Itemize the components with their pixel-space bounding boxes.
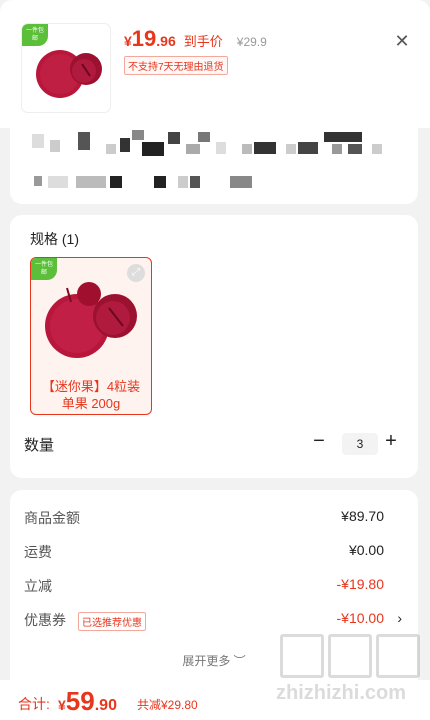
chevron-right-icon[interactable]: › — [397, 610, 402, 626]
summary-row-subtotal: 商品金额 ¥89.70 — [24, 508, 384, 526]
watermark-text: zhizhizhi.com — [276, 682, 406, 704]
free-shipping-badge: 一件包邮 — [22, 24, 48, 46]
quantity-label: 数量 — [24, 437, 55, 454]
total-saved: 共减¥29.80 — [137, 698, 198, 712]
product-thumbnail: 一件包邮 — [22, 24, 110, 112]
return-policy-badge: 不支持7天无理由退货 — [124, 56, 228, 75]
spec-card: 规格 (1) 一件包邮 ⤢ 【迷你果】4粒装 单果 200g 数量 − 3 + — [10, 215, 418, 478]
original-price: ¥29.9 — [236, 35, 267, 49]
price-row: ¥19.96 到手价 ¥29.9 — [124, 26, 267, 52]
spec-title: 规格 (1) — [30, 231, 79, 247]
summary-row-shipping: 运费 ¥0.00 — [24, 542, 384, 560]
quantity-increment-button[interactable]: + — [382, 430, 400, 452]
spec-option-label: 【迷你果】4粒装 单果 200g — [41, 379, 141, 411]
shipping-address-card[interactable] — [10, 128, 418, 204]
final-price-tag: 到手价 — [183, 34, 223, 49]
watermark: zhizhizhi.com — [276, 634, 426, 714]
final-price: ¥19.96 — [124, 26, 176, 51]
total-amount: ¥59.90 — [58, 686, 117, 716]
close-icon[interactable]: ✕ — [393, 32, 411, 50]
purchase-sheet: 一件包邮 ¥19.96 到手价 ¥29.9 不支持7天无理由退货 ✕ 规格 (1… — [0, 0, 430, 720]
total-label: 合计: — [18, 696, 50, 712]
spec-option-mini-fruit[interactable]: 一件包邮 ⤢ 【迷你果】4粒装 单果 200g — [30, 257, 152, 415]
quantity-input[interactable]: 3 — [342, 433, 378, 455]
summary-row-coupon[interactable]: 优惠券 已选推荐优惠 -¥10.00 › — [24, 610, 404, 632]
quantity-decrement-button[interactable]: − — [310, 430, 328, 452]
summary-row-discount: 立减 -¥19.80 — [24, 576, 384, 594]
coupon-recommended-badge: 已选推荐优惠 — [78, 612, 146, 631]
expand-icon[interactable]: ⤢ — [127, 264, 145, 282]
free-shipping-badge: 一件包邮 — [31, 258, 57, 280]
product-header: 一件包邮 ¥19.96 到手价 ¥29.9 不支持7天无理由退货 ✕ — [0, 0, 430, 128]
